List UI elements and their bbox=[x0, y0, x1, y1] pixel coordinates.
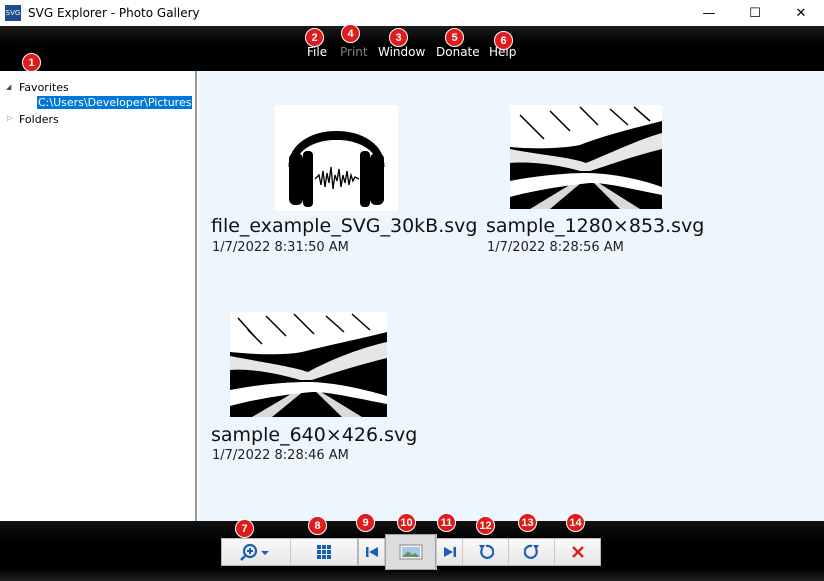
annotation-badge: 1 bbox=[22, 53, 41, 72]
thumbnail-headphones[interactable] bbox=[275, 105, 398, 211]
file-name[interactable]: sample_1280×853.svg bbox=[486, 215, 704, 237]
last-image-button[interactable] bbox=[437, 539, 463, 565]
first-image-icon bbox=[365, 547, 378, 557]
headphones-image-icon bbox=[275, 105, 398, 211]
annotation-badge: 4 bbox=[341, 24, 360, 43]
minimize-button[interactable]: — bbox=[686, 0, 732, 26]
menu-window[interactable]: Window bbox=[378, 45, 425, 59]
annotation-badge: 10 bbox=[397, 513, 416, 532]
file-date: 1/7/2022 8:28:46 AM bbox=[212, 448, 349, 463]
annotation-badge: 7 bbox=[235, 519, 254, 538]
file-name[interactable]: file_example_SVG_30kB.svg bbox=[211, 215, 477, 237]
landscape-image-icon bbox=[510, 105, 662, 209]
menu-donate[interactable]: Donate bbox=[436, 45, 480, 59]
annotation-badge: 6 bbox=[494, 31, 513, 50]
tree-selected-label: C:\Users\Developer\Pictures bbox=[37, 96, 193, 109]
zoom-button[interactable] bbox=[222, 539, 291, 565]
window-title: SVG Explorer - Photo Gallery bbox=[28, 6, 200, 20]
thumbnail-sample-640[interactable] bbox=[230, 312, 387, 417]
collapsed-arrow-icon[interactable]: ▷ bbox=[7, 114, 12, 122]
rotate-right-button[interactable] bbox=[509, 539, 555, 565]
menu-print[interactable]: Print bbox=[340, 45, 368, 59]
thumbnail-sample-1280[interactable] bbox=[510, 105, 662, 209]
rotate-left-icon bbox=[478, 544, 494, 559]
tree-item-folders[interactable]: Folders bbox=[19, 113, 59, 126]
rotate-left-button[interactable] bbox=[463, 539, 509, 565]
annotation-badge: 9 bbox=[356, 513, 375, 532]
file-name[interactable]: sample_640×426.svg bbox=[211, 424, 417, 446]
navigation-tools-group bbox=[358, 534, 601, 570]
photo-gallery: file_example_SVG_30kB.svg 1/7/2022 8:31:… bbox=[199, 71, 824, 521]
grid-view-icon bbox=[317, 545, 331, 559]
zoom-in-icon bbox=[240, 543, 269, 561]
close-window-button[interactable]: ✕ bbox=[778, 0, 824, 26]
annotation-badge: 14 bbox=[566, 513, 585, 532]
delete-icon bbox=[571, 546, 584, 558]
slideshow-icon bbox=[399, 544, 422, 560]
app-icon: SVG bbox=[5, 5, 21, 21]
annotation-badge: 11 bbox=[437, 513, 456, 532]
slideshow-button[interactable] bbox=[385, 534, 437, 570]
menu-bar: File Print Window Donate Help bbox=[0, 26, 824, 71]
maximize-button[interactable]: ☐ bbox=[732, 0, 778, 26]
first-image-button[interactable] bbox=[359, 539, 385, 565]
tree-item-pictures-path[interactable]: C:\Users\Developer\Pictures bbox=[37, 96, 193, 109]
last-image-icon bbox=[443, 547, 456, 557]
view-tools-group bbox=[221, 538, 358, 566]
app-window: SVG SVG Explorer - Photo Gallery — ☐ ✕ F… bbox=[0, 0, 824, 581]
rotate-right-icon bbox=[523, 544, 539, 559]
annotation-badge: 12 bbox=[476, 516, 495, 535]
annotation-badge: 13 bbox=[518, 513, 537, 532]
grid-view-button[interactable] bbox=[291, 539, 357, 565]
delete-button[interactable] bbox=[555, 539, 600, 565]
annotation-badge: 8 bbox=[308, 516, 327, 535]
tree-item-favorites[interactable]: Favorites bbox=[19, 81, 69, 94]
annotation-badge: 5 bbox=[445, 28, 464, 47]
file-date: 1/7/2022 8:28:56 AM bbox=[487, 240, 624, 255]
annotation-badge: 2 bbox=[305, 28, 324, 47]
file-date: 1/7/2022 8:31:50 AM bbox=[212, 240, 349, 255]
folder-tree: ◢ Favorites C:\Users\Developer\Pictures … bbox=[0, 71, 197, 521]
title-bar: SVG SVG Explorer - Photo Gallery — ☐ ✕ bbox=[0, 0, 824, 26]
landscape-image-icon bbox=[230, 312, 387, 417]
menu-file[interactable]: File bbox=[307, 45, 327, 59]
annotation-badge: 3 bbox=[389, 28, 408, 47]
window-controls: — ☐ ✕ bbox=[686, 0, 824, 26]
expanded-arrow-icon[interactable]: ◢ bbox=[6, 83, 11, 91]
